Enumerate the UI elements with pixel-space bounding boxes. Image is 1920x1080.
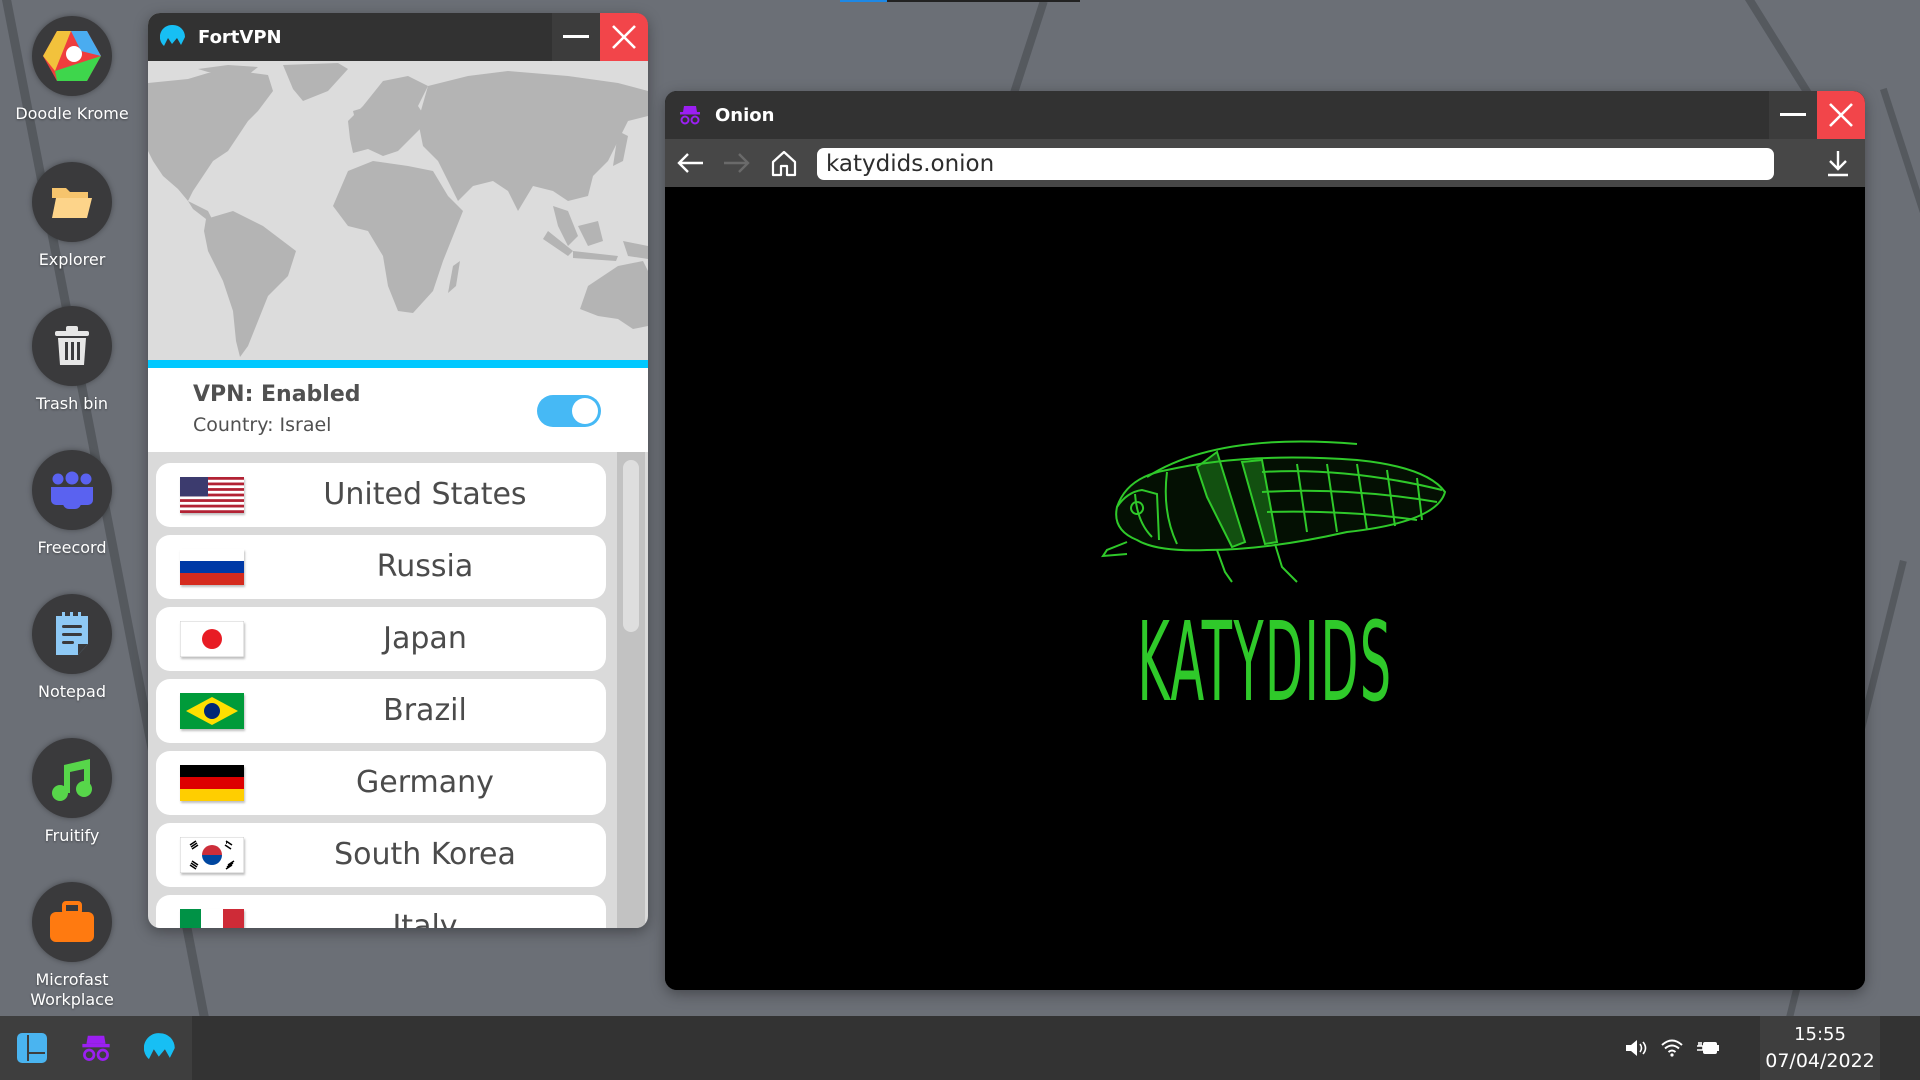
desktop-icon-microfast-workplace[interactable]: Microfast Workplace <box>12 882 132 1010</box>
fortvpn-window: FortVPN VPN: Enabled Country: Israel Uni… <box>148 13 648 928</box>
people-icon <box>32 450 112 530</box>
taskbar-apps <box>0 1016 192 1080</box>
onion-browser-window: Onion katydids.onion KATYDIDS <box>665 91 1865 990</box>
briefcase-icon <box>32 882 112 962</box>
world-map <box>148 61 648 360</box>
country-item-japan[interactable]: Japan <box>156 607 606 671</box>
scrollbar-thumb[interactable] <box>623 460 639 632</box>
desktop-icon-doodle-krome[interactable]: Doodle Krome <box>12 16 132 124</box>
taskbar: 15:55 07/04/2022 <box>0 1016 1920 1080</box>
download-icon <box>1828 151 1848 177</box>
country-item-brazil[interactable]: Brazil <box>156 679 606 743</box>
south-korea-flag-icon <box>180 837 244 873</box>
top-progress-strip <box>840 0 1080 2</box>
country-name: Japan <box>383 621 467 656</box>
start-menu-button[interactable] <box>12 1028 52 1068</box>
taskbar-clock[interactable]: 15:55 07/04/2022 <box>1760 1016 1880 1080</box>
volume-icon[interactable] <box>1624 1036 1648 1060</box>
music-note-icon <box>32 738 112 818</box>
vpn-status-panel: VPN: Enabled Country: Israel <box>148 368 648 452</box>
notepad-icon <box>32 594 112 674</box>
country-name: South Korea <box>334 837 516 872</box>
arrow-right-icon <box>724 153 750 173</box>
desktop-icon-label: Freecord <box>37 538 107 557</box>
incognito-icon <box>82 1035 110 1061</box>
vpn-status-label: VPN: Enabled <box>193 382 361 407</box>
desktop-icon-freecord[interactable]: Freecord <box>12 450 132 558</box>
close-button[interactable] <box>600 13 648 61</box>
folder-icon <box>32 162 112 242</box>
close-icon <box>1829 103 1853 127</box>
country-name: Germany <box>356 765 494 800</box>
us-flag-icon <box>180 477 244 513</box>
minimize-button[interactable] <box>1769 91 1817 139</box>
close-button[interactable] <box>1817 91 1865 139</box>
desktop-icon-trash-bin[interactable]: Trash bin <box>12 306 132 414</box>
desktop-icon-explorer[interactable]: Explorer <box>12 162 132 270</box>
country-name: Italy <box>392 909 458 928</box>
desktop-icon-label: Microfast Workplace <box>30 970 114 1009</box>
desktop-icon-notepad[interactable]: Notepad <box>12 594 132 702</box>
vpn-accent-bar <box>148 360 648 368</box>
window-title: Onion <box>715 104 775 126</box>
brazil-flag-icon <box>180 693 244 729</box>
desktop-icon-label: Doodle Krome <box>15 104 129 123</box>
incognito-icon <box>677 102 703 128</box>
germany-flag-icon <box>180 765 244 801</box>
country-item-south-korea[interactable]: South Korea <box>156 823 606 887</box>
browser-toolbar <box>665 139 1865 187</box>
web-page-content: KATYDIDS <box>665 187 1865 990</box>
vpn-toggle[interactable] <box>537 395 601 427</box>
vpn-country-label: Country: Israel <box>193 414 332 436</box>
fortvpn-icon <box>144 1033 175 1060</box>
trash-icon <box>32 306 112 386</box>
country-item-germany[interactable]: Germany <box>156 751 606 815</box>
home-button[interactable] <box>767 147 801 179</box>
country-list: United States Russia Japan Brazil German… <box>148 452 648 928</box>
country-item-russia[interactable]: Russia <box>156 535 606 599</box>
system-tray <box>1624 1036 1720 1060</box>
country-name: United States <box>323 477 527 512</box>
country-item-italy[interactable]: Italy <box>156 895 606 928</box>
onion-titlebar[interactable]: Onion <box>665 91 1865 139</box>
taskbar-onion-button[interactable] <box>76 1028 116 1068</box>
taskbar-fortvpn-button[interactable] <box>140 1028 180 1068</box>
wallpaper-streak <box>1880 87 1920 566</box>
desktop-icon-label: Fruitify <box>44 826 100 845</box>
country-name: Russia <box>376 549 474 584</box>
forward-button[interactable] <box>720 147 754 179</box>
desktop-icon-label: Notepad <box>38 682 106 701</box>
country-name: Brazil <box>383 693 467 728</box>
doodle-krome-icon <box>32 16 112 96</box>
battery-charging-icon[interactable] <box>1696 1036 1720 1060</box>
katydid-logo <box>1097 432 1447 596</box>
site-title: KATYDIDS <box>1137 598 1393 726</box>
country-item-united-states[interactable]: United States <box>156 463 606 527</box>
close-icon <box>612 25 636 49</box>
url-input[interactable] <box>817 148 1774 180</box>
download-button[interactable] <box>1821 147 1855 179</box>
clock-date: 07/04/2022 <box>1765 1050 1875 1072</box>
italy-flag-icon <box>180 909 244 928</box>
russia-flag-icon <box>180 549 244 585</box>
desktop-icon-label: Trash bin <box>35 394 109 413</box>
home-icon <box>771 150 797 177</box>
wifi-icon[interactable] <box>1660 1036 1684 1060</box>
fortvpn-titlebar[interactable]: FortVPN <box>148 13 648 61</box>
fortvpn-icon <box>160 24 186 50</box>
clock-time: 15:55 <box>1794 1024 1846 1045</box>
arrow-left-icon <box>677 153 703 173</box>
minimize-button[interactable] <box>552 13 600 61</box>
back-button[interactable] <box>673 147 707 179</box>
window-title: FortVPN <box>198 26 282 48</box>
country-list-scrollbar[interactable] <box>617 452 645 928</box>
desktop-icon-label: Explorer <box>38 250 106 269</box>
start-menu-icon <box>17 1033 47 1063</box>
toggle-knob <box>572 398 598 424</box>
japan-flag-icon <box>180 621 244 657</box>
desktop-icon-fruitify[interactable]: Fruitify <box>12 738 132 846</box>
